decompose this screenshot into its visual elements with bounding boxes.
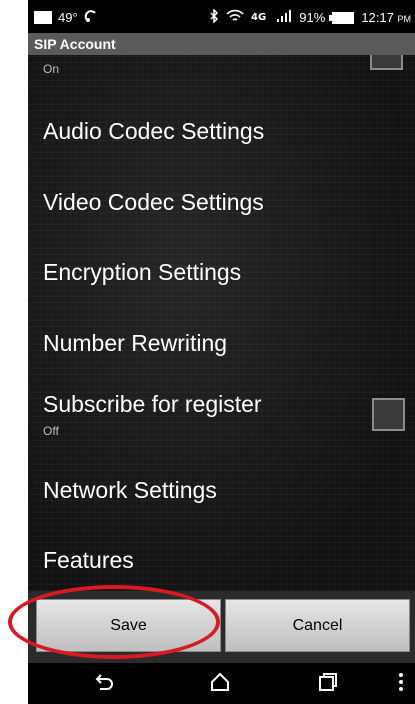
prev-setting-value: On (43, 62, 60, 76)
status-left: 49° (34, 9, 98, 26)
temperature: 49° (58, 10, 78, 25)
settings-list: On Audio Codec Settings Video Codec Sett… (28, 55, 415, 591)
prev-setting-checkbox[interactable] (370, 55, 403, 70)
battery-icon (329, 11, 355, 24)
battery-percent: 91% (299, 10, 326, 25)
home-icon[interactable] (209, 671, 231, 697)
list-item-audio-codec[interactable]: Audio Codec Settings (28, 87, 415, 153)
cancel-button[interactable]: Cancel (225, 599, 410, 652)
save-highlight-circle (8, 585, 220, 659)
page-title: SIP Account (28, 33, 415, 55)
audio-codec-label: Audio Codec Settings (43, 118, 265, 144)
signal-icon (276, 9, 292, 26)
4g-lte-icon: 4G (251, 9, 269, 26)
clock: 12:17 PM (361, 10, 411, 25)
list-item-video-codec[interactable]: Video Codec Settings (28, 153, 415, 219)
list-item-subscribe[interactable]: Subscribe for register Off (28, 351, 415, 438)
navigation-bar (28, 663, 415, 704)
encryption-label: Encryption Settings (43, 259, 242, 285)
status-right: 4G 91% 12:17 PM (209, 8, 411, 26)
video-codec-label: Video Codec Settings (43, 189, 264, 215)
recents-icon[interactable] (317, 671, 339, 697)
clock-ampm: PM (397, 14, 412, 24)
status-bar: 49° 4G 91% 12:17 PM (28, 0, 415, 33)
prev-setting-row[interactable]: On (28, 55, 415, 87)
back-icon[interactable] (94, 671, 116, 697)
hotspot-icon (84, 9, 98, 26)
wifi-icon (226, 9, 244, 26)
clock-time: 12:17 (361, 10, 394, 25)
subscribe-label: Subscribe for register (43, 391, 262, 417)
menu-icon[interactable] (398, 671, 404, 697)
list-item-network[interactable]: Network Settings (28, 435, 415, 503)
bluetooth-icon (209, 8, 219, 26)
list-item-number-rewriting[interactable]: Number Rewriting (28, 285, 415, 356)
list-item-features[interactable]: Features (28, 501, 415, 591)
features-label: Features (43, 547, 134, 573)
subscribe-checkbox[interactable] (372, 398, 405, 431)
list-item-encryption[interactable]: Encryption Settings (28, 219, 415, 285)
network-label: Network Settings (43, 477, 217, 503)
svg-text:4G: 4G (251, 12, 266, 23)
message-icon (34, 11, 52, 24)
